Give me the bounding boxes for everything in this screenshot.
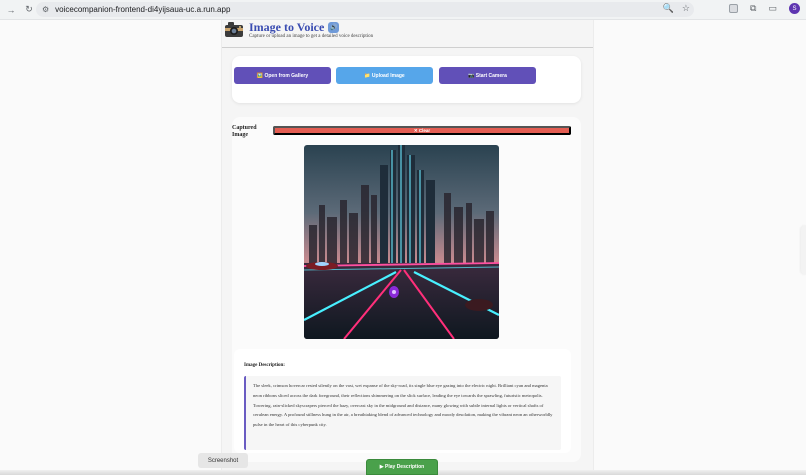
play-description-button[interactable]: ▶ Play Description <box>366 459 438 475</box>
profile-avatar[interactable]: S <box>789 3 800 14</box>
app-container: Image to Voice 🔊 Capture or upload an im… <box>221 20 594 475</box>
clear-button[interactable]: ✕ Clear <box>273 126 571 135</box>
browser-extensions: ⧉ ▭ S <box>729 3 800 14</box>
actions-card: 🖼️ Open from Gallery 📁 Upload Image 📷 St… <box>232 56 581 103</box>
address-bar[interactable]: ⚙ voicecompanion-frontend-di4yijsaua-uc.… <box>36 2 694 17</box>
upload-image-button[interactable]: 📁 Upload Image <box>336 67 433 84</box>
captured-image-label: Captured Image <box>232 125 257 138</box>
captured-image <box>304 145 499 339</box>
page-subtitle: Capture or upload an image to get a deta… <box>249 34 374 39</box>
reload-icon[interactable]: ↻ <box>22 3 36 17</box>
title-text: Image to Voice <box>249 20 325 34</box>
captured-image-card: Captured Image ✕ Clear Image Description… <box>232 117 581 462</box>
zoom-icon[interactable]: 🔍 <box>663 3 674 14</box>
forward-icon[interactable]: → <box>4 3 18 17</box>
description-heading: Image Description: <box>244 363 285 368</box>
start-camera-button[interactable]: 📷 Start Camera <box>439 67 536 84</box>
puzzle-icon[interactable]: ⧉ <box>750 3 756 14</box>
open-gallery-button[interactable]: 🖼️ Open from Gallery <box>234 67 331 84</box>
page-title: Image to Voice 🔊 <box>249 20 340 35</box>
extension-icon[interactable] <box>729 4 739 13</box>
bookmark-star-icon[interactable]: ☆ <box>682 3 690 14</box>
url-text: voicecompanion-frontend-di4yijsaua-uc.a.… <box>55 5 231 14</box>
page-viewport: Image to Voice 🔊 Capture or upload an im… <box>0 20 806 475</box>
screenshot-tooltip: Screenshot <box>198 453 248 468</box>
app-header: Image to Voice 🔊 Capture or upload an im… <box>222 20 593 48</box>
description-card: Image Description: The sleek, crimson ho… <box>234 349 571 453</box>
sidebar-icon[interactable]: ▭ <box>768 3 777 14</box>
site-settings-icon[interactable]: ⚙ <box>42 5 49 14</box>
camera-icon <box>225 22 243 37</box>
side-panel-tab[interactable] <box>801 225 806 275</box>
browser-toolbar: → ↻ ⚙ voicecompanion-frontend-di4yijsaua… <box>0 0 806 20</box>
speaker-icon: 🔊 <box>328 22 340 33</box>
address-bar-actions: 🔍 ☆ <box>663 3 690 14</box>
description-text: The sleek, crimson hovercar rested silen… <box>244 376 561 450</box>
